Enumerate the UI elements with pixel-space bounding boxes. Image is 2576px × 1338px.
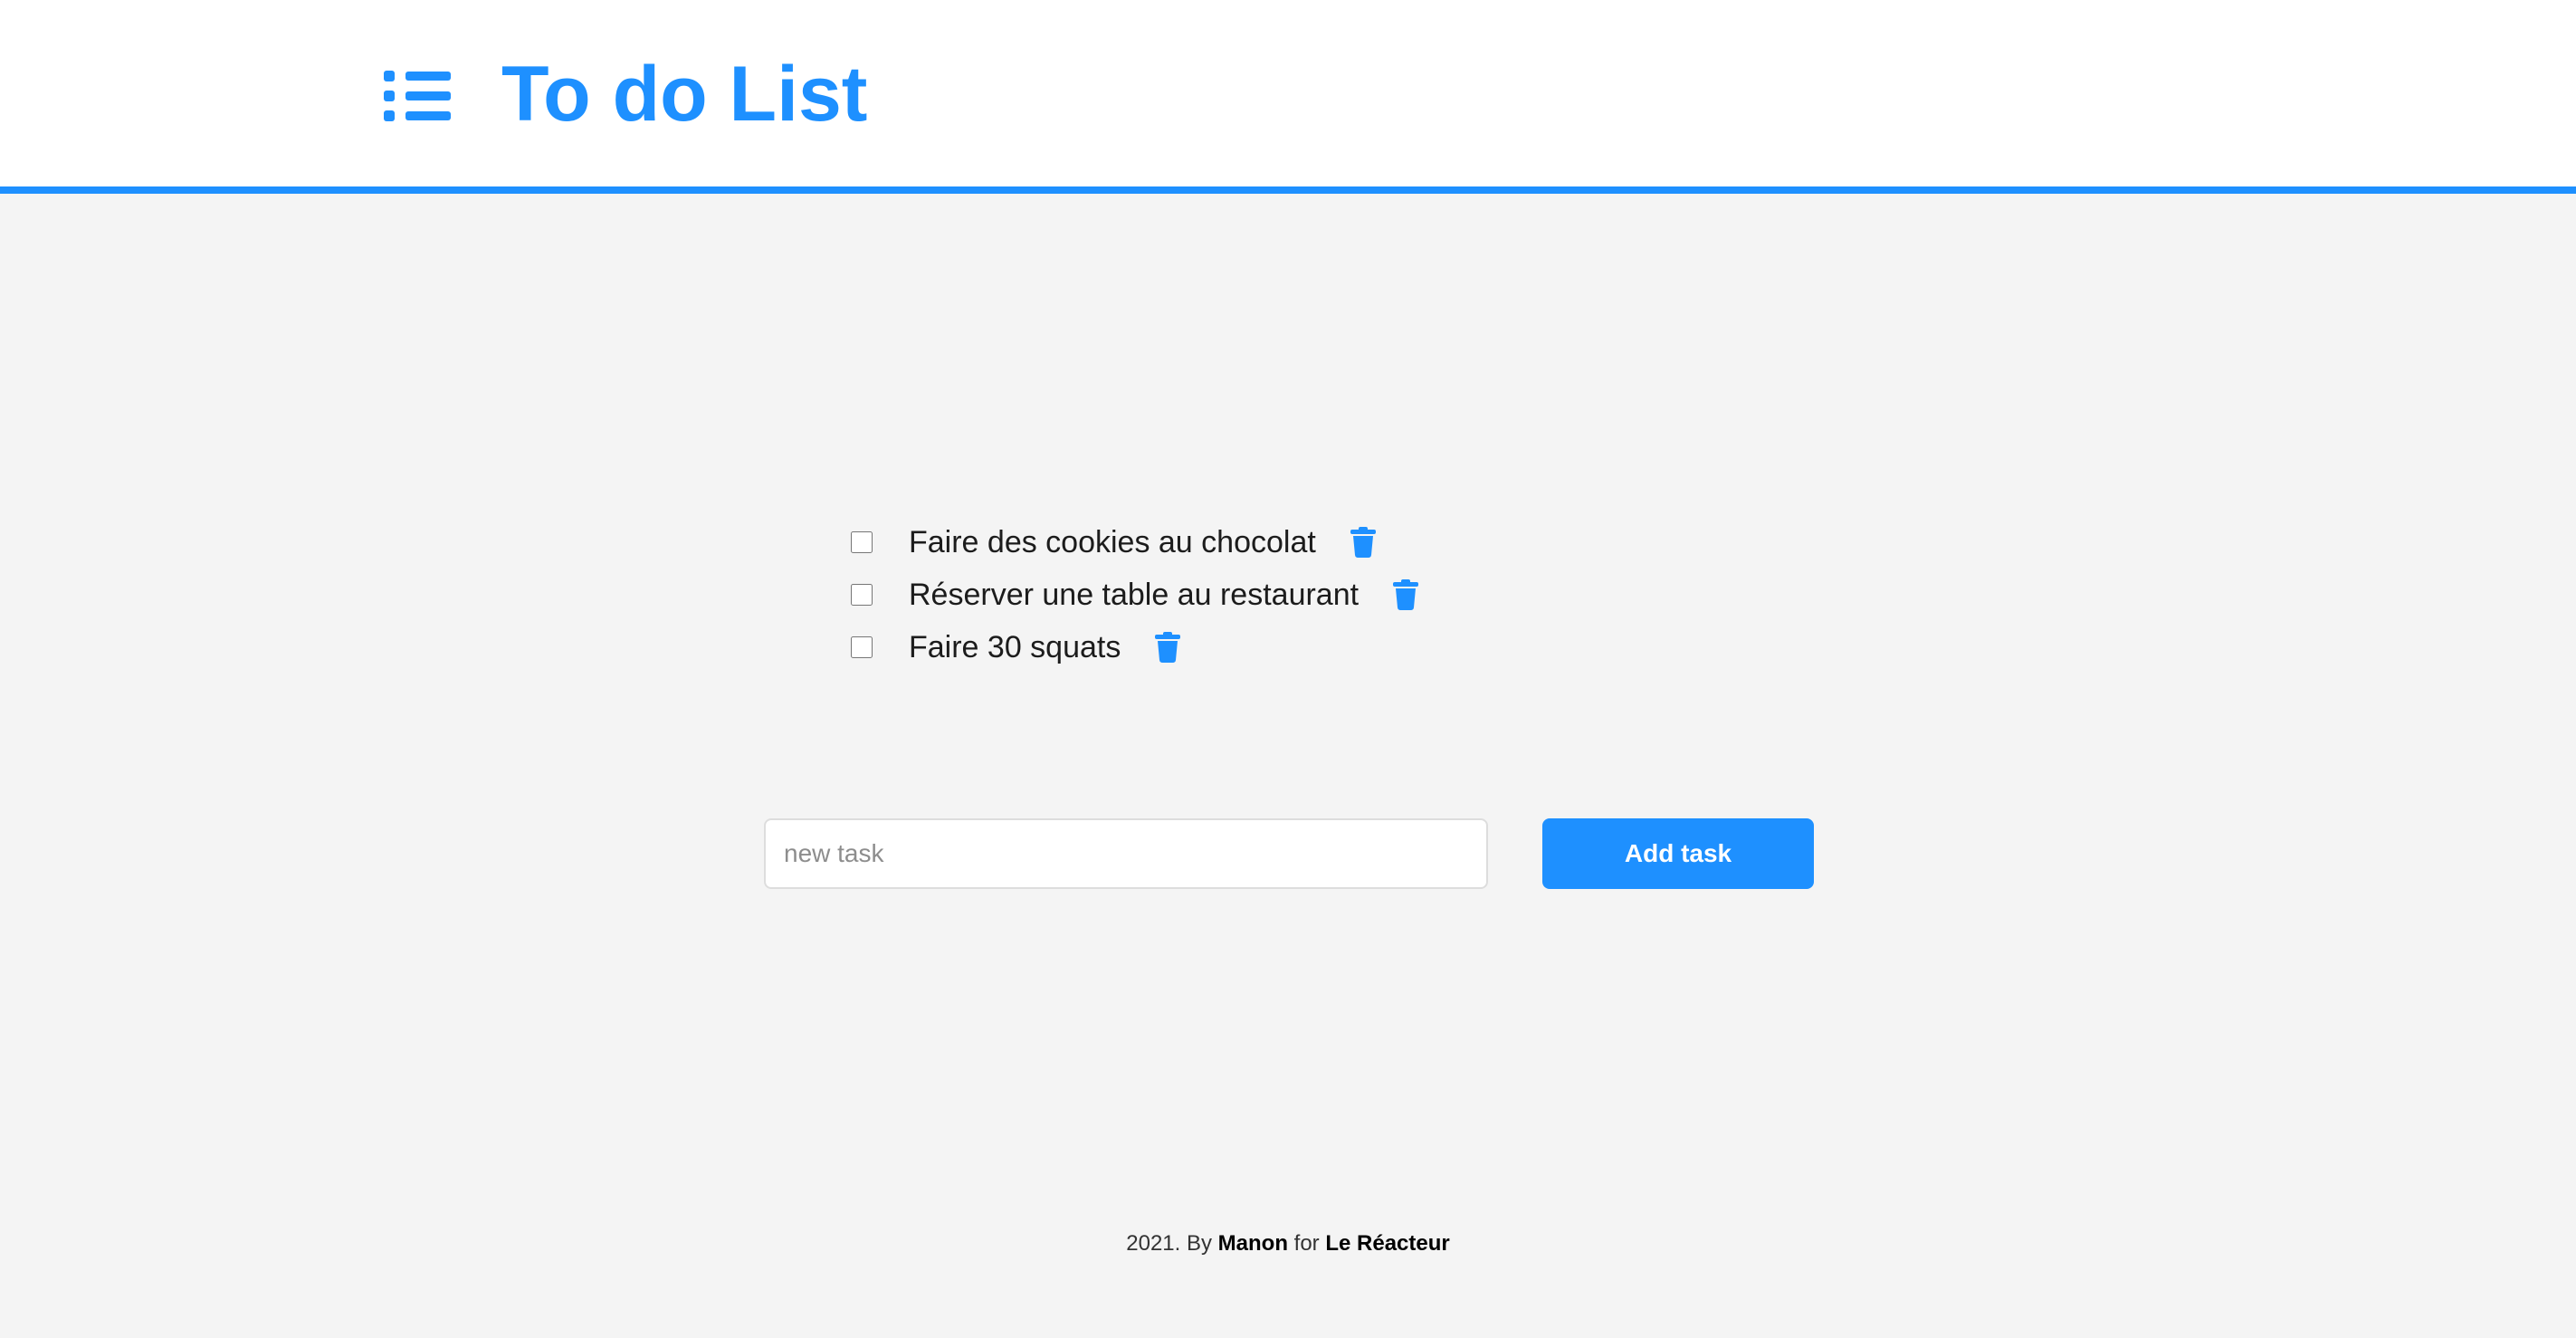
author-link[interactable]: Manon <box>1218 1231 1288 1256</box>
new-task-input[interactable] <box>764 818 1488 889</box>
trash-icon[interactable] <box>1350 527 1376 558</box>
task-checkbox[interactable] <box>851 531 873 553</box>
task-item: Réserver une table au restaurant <box>851 569 1419 621</box>
task-checkbox[interactable] <box>851 584 873 606</box>
task-checkbox[interactable] <box>851 636 873 658</box>
task-label: Faire des cookies au chocolat <box>909 524 1316 559</box>
footer-for-text: for <box>1293 1231 1320 1256</box>
add-task-button[interactable]: Add task <box>1542 818 1814 889</box>
task-item: Faire 30 squats <box>851 621 1418 674</box>
trash-icon[interactable] <box>1393 579 1419 610</box>
task-label: Réserver une table au restaurant <box>909 577 1360 612</box>
app-header: To do List <box>0 0 2576 194</box>
footer: 2021. By Manon for Le Réacteur <box>0 1231 2576 1257</box>
footer-year-text: 2021. By <box>1126 1231 1212 1256</box>
trash-icon[interactable] <box>1155 632 1181 663</box>
organization-link[interactable]: Le Réacteur <box>1325 1231 1449 1256</box>
task-item: Faire des cookies au chocolat <box>851 516 1418 569</box>
task-label: Faire 30 squats <box>909 629 1121 664</box>
page-title: To do List <box>501 51 868 138</box>
list-icon <box>384 71 451 121</box>
task-list: Faire des cookies au chocolat Réserver u… <box>851 516 1419 674</box>
